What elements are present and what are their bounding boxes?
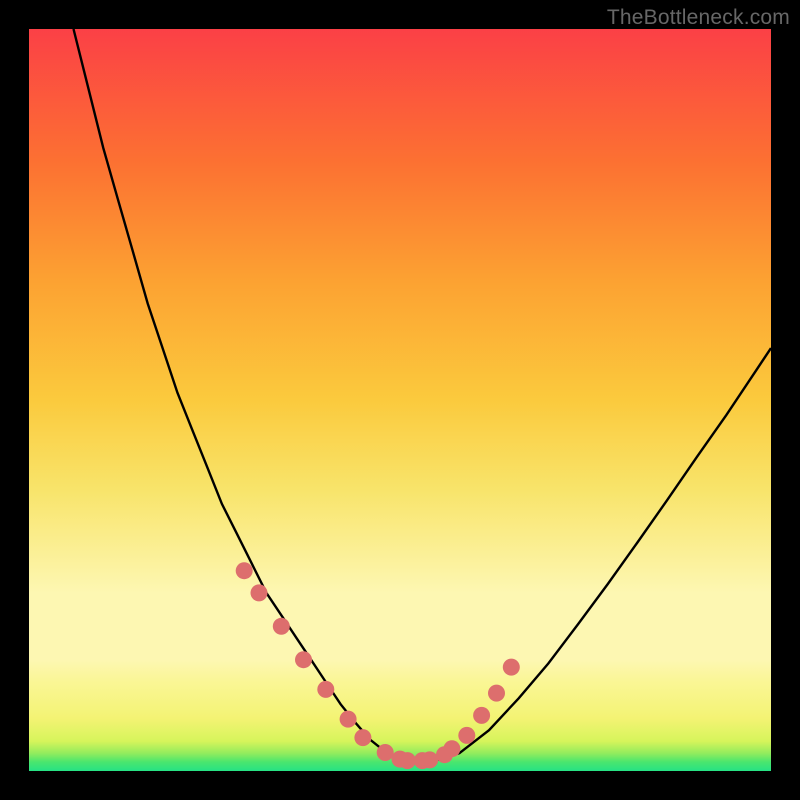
marker-dot	[503, 659, 520, 676]
marker-dot	[251, 584, 268, 601]
marker-dot	[458, 727, 475, 744]
marker-dot	[399, 752, 416, 769]
chart-svg	[29, 29, 771, 771]
plot-area	[29, 29, 771, 771]
marker-dot	[443, 740, 460, 757]
marker-dot	[421, 751, 438, 768]
marker-dot	[295, 651, 312, 668]
marker-dot	[354, 729, 371, 746]
marker-dot	[340, 711, 357, 728]
attribution-text: TheBottleneck.com	[607, 6, 790, 30]
bottleneck-curve	[74, 29, 772, 762]
chart-frame: TheBottleneck.com	[0, 0, 800, 800]
marker-dot	[473, 707, 490, 724]
marker-dot	[377, 744, 394, 761]
marker-dot	[273, 618, 290, 635]
marker-dot	[236, 562, 253, 579]
marker-dot	[317, 681, 334, 698]
marker-dot	[488, 685, 505, 702]
